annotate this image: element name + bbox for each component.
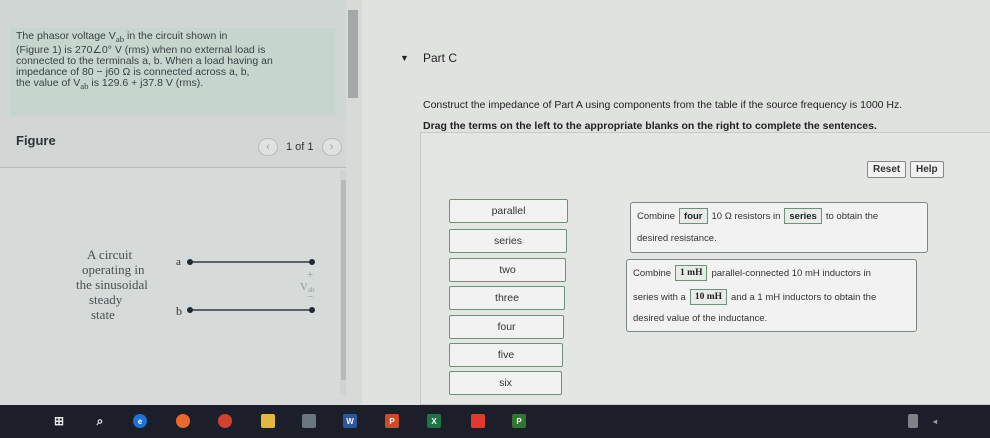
project-icon[interactable]: P	[512, 414, 526, 428]
node-a-dot	[187, 259, 193, 265]
powerpoint-icon[interactable]: P	[385, 414, 399, 428]
blank-resistor-connection[interactable]: series	[784, 208, 822, 224]
term-series[interactable]: series	[449, 229, 567, 253]
node-b-dot	[187, 307, 193, 313]
problem-line-5: the value of V	[16, 77, 81, 90]
acrobat-icon[interactable]	[471, 414, 485, 428]
problem-statement: The phasor voltage Vab in the circuit sh…	[10, 28, 335, 116]
problem-line-1: The phasor voltage V	[16, 30, 116, 42]
part-instruction: Construct the impedance of Part A using …	[423, 99, 903, 111]
problem-scrollbar[interactable]	[346, 0, 360, 405]
search-icon[interactable]: ⌕	[93, 414, 107, 428]
file-explorer-icon[interactable]	[261, 414, 275, 428]
drag-instruction: Drag the terms on the left to the approp…	[423, 120, 877, 132]
help-button[interactable]: Help	[910, 161, 944, 178]
term-four[interactable]: four	[449, 315, 564, 339]
term-three[interactable]: three	[449, 286, 565, 310]
collapse-icon[interactable]: ▼	[400, 53, 409, 63]
edge-icon[interactable]: e	[133, 414, 147, 428]
svg-text:A circuit: A circuit	[87, 247, 133, 262]
word-icon[interactable]: W	[343, 414, 357, 428]
volume-icon[interactable]: ◂	[930, 414, 940, 428]
prev-figure-button[interactable]: ‹	[258, 138, 278, 156]
svg-text:operating in: operating in	[82, 262, 145, 277]
sentence-resistance: Combine four 10 Ω resistors in series to…	[630, 202, 928, 253]
store-icon[interactable]	[302, 414, 316, 428]
figure-header: Figure ‹ 1 of 1 ›	[0, 118, 346, 168]
node-a-label: a	[176, 256, 181, 268]
problem-panel: The phasor voltage Vab in the circuit sh…	[0, 0, 352, 405]
term-six[interactable]: six	[449, 371, 562, 395]
term-two[interactable]: two	[449, 258, 566, 282]
blank-inductor-1[interactable]: 1 mH	[675, 265, 708, 281]
part-title[interactable]: Part C	[423, 51, 457, 65]
windows-start-icon[interactable]: ⊞	[52, 414, 66, 428]
excel-icon[interactable]: X	[427, 414, 441, 428]
battery-icon[interactable]	[908, 414, 918, 428]
circuit-diagram: a b + − Vab A circuit operating in the s…	[76, 247, 315, 322]
chrome-icon[interactable]	[218, 414, 232, 428]
firefox-icon[interactable]	[176, 414, 190, 428]
blank-inductor-2[interactable]: 10 mH	[689, 289, 727, 305]
terminal-b-dot	[309, 307, 315, 313]
taskbar: ⊞ ⌕ e W P X P ◂	[0, 405, 990, 438]
plus-sign: +	[307, 269, 313, 281]
figure-title: Figure	[16, 133, 56, 148]
pager-label: 1 of 1	[286, 141, 314, 153]
figure-pager: ‹ 1 of 1 ›	[258, 138, 342, 156]
terminal-a-dot	[309, 259, 315, 265]
circuit-label: A circuit operating in the sinusoidal st…	[76, 247, 148, 322]
next-figure-button[interactable]: ›	[321, 138, 342, 156]
node-b-label: b	[176, 304, 182, 318]
svg-text:state: state	[91, 307, 115, 322]
blank-resistor-count[interactable]: four	[679, 208, 708, 224]
part-panel: ▼ Part C Construct the impedance of Part…	[362, 0, 990, 405]
svg-text:the sinusoidal: the sinusoidal	[76, 277, 148, 292]
term-parallel[interactable]: parallel	[449, 199, 568, 223]
vab-label: Vab	[300, 281, 315, 294]
drag-drop-area: Reset Help parallel series two three fou…	[420, 132, 990, 405]
sentence-inductance: Combine 1 mH parallel-connected 10 mH in…	[626, 259, 917, 332]
figure-area: a b + − Vab A circuit operating in the s…	[0, 168, 346, 405]
reset-button[interactable]: Reset	[867, 161, 907, 178]
term-five[interactable]: five	[449, 343, 563, 367]
svg-text:steady: steady	[89, 292, 123, 307]
